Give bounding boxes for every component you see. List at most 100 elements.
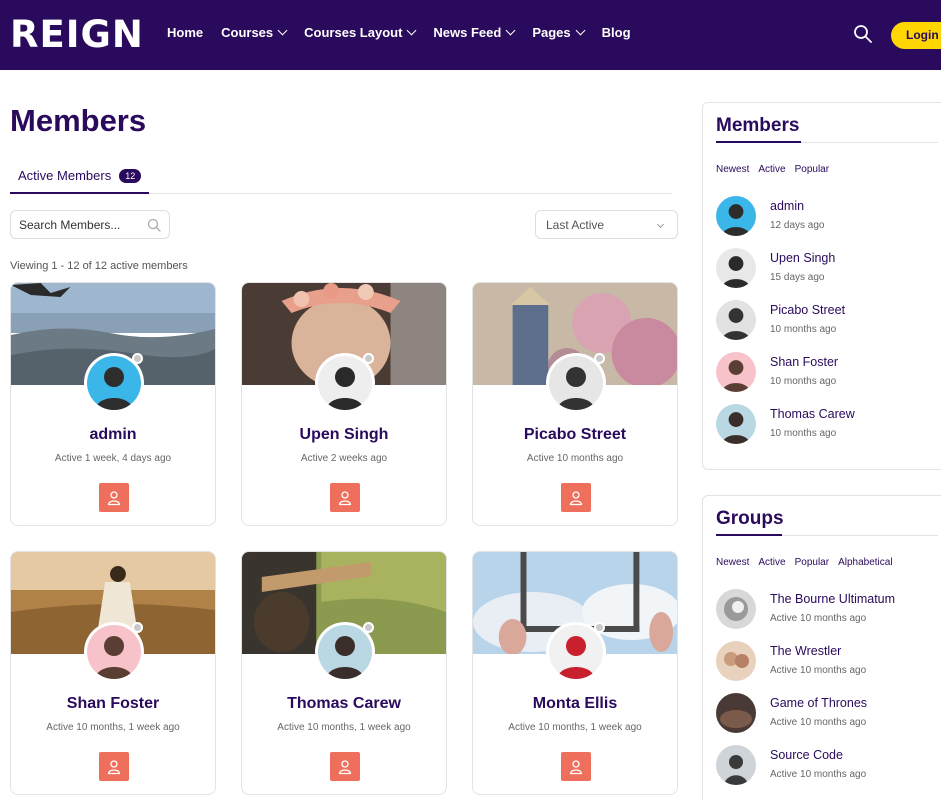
tab-popular[interactable]: Popular <box>795 557 829 568</box>
member-card: Thomas Carew Active 10 months, 1 week ag… <box>241 551 447 795</box>
groups-widget: Groups Newest Active Popular Alphabetica… <box>702 495 941 800</box>
avatar[interactable] <box>716 404 756 444</box>
group-avatar[interactable] <box>716 589 756 629</box>
user-icon <box>106 490 122 506</box>
nav-courses[interactable]: Courses <box>221 25 288 40</box>
status-dot <box>132 622 143 633</box>
member-card: Shan Foster Active 10 months, 1 week ago <box>10 551 216 795</box>
group-name[interactable]: Game of Thrones <box>770 696 867 710</box>
nav-home-label: Home <box>167 25 204 40</box>
nav-news-feed[interactable]: News Feed <box>433 25 516 40</box>
group-time: Active 10 months ago <box>770 717 867 728</box>
results-count: Viewing 1 - 12 of 12 active members <box>10 260 188 272</box>
chevron-down-icon <box>575 25 586 36</box>
user-icon <box>337 759 353 775</box>
member-time: 10 months ago <box>770 324 837 335</box>
nav-home[interactable]: Home <box>167 25 203 40</box>
groups-widget-tabs: Newest Active Popular Alphabetical <box>716 557 902 568</box>
avatar[interactable] <box>716 352 756 392</box>
tab-alphabetical[interactable]: Alphabetical <box>838 557 892 568</box>
member-name[interactable]: Picabo Street <box>473 426 677 444</box>
members-widget-tabs: Newest Active Popular <box>716 164 838 175</box>
group-name[interactable]: The Bourne Ultimatum <box>770 592 895 606</box>
member-last-active: Active 10 months, 1 week ago <box>46 722 180 733</box>
member-time: 10 months ago <box>770 376 837 387</box>
member-card: Monta Ellis Active 10 months, 1 week ago <box>472 551 678 795</box>
nav-courses-layout-label: Courses Layout <box>304 25 403 40</box>
member-name[interactable]: Shan Foster <box>770 355 838 369</box>
avatar[interactable] <box>716 300 756 340</box>
member-last-active: Active 10 months ago <box>526 453 624 464</box>
member-time: 10 months ago <box>770 428 837 439</box>
nav-pages-label: Pages <box>532 25 571 40</box>
member-tabs: Active Members 12 <box>10 158 672 194</box>
chevron-down-icon <box>505 25 516 36</box>
avatar[interactable] <box>716 248 756 288</box>
tab-newest[interactable]: Newest <box>716 164 749 175</box>
member-name[interactable]: Upen Singh <box>242 426 446 444</box>
nav-blog[interactable]: Blog <box>602 25 631 40</box>
tab-active-members[interactable]: Active Members 12 <box>10 158 150 194</box>
tab-label: Active Members <box>18 168 112 183</box>
user-icon <box>106 759 122 775</box>
nav-news-feed-label: News Feed <box>433 25 502 40</box>
search-input[interactable] <box>11 211 136 238</box>
view-profile-button[interactable] <box>330 483 360 512</box>
user-icon <box>568 759 584 775</box>
member-last-active: Active 2 weeks ago <box>300 453 388 464</box>
nav-courses-label: Courses <box>221 25 274 40</box>
group-name[interactable]: The Wrestler <box>770 644 841 658</box>
member-card: Upen Singh Active 2 weeks ago <box>241 282 447 526</box>
view-profile-button[interactable] <box>99 483 129 512</box>
group-time: Active 10 months ago <box>770 665 867 676</box>
login-button[interactable]: Login <box>891 22 941 49</box>
member-name[interactable]: admin <box>770 199 804 213</box>
member-search <box>10 210 170 239</box>
nav-courses-layout[interactable]: Courses Layout <box>304 25 417 40</box>
status-dot <box>594 622 605 633</box>
member-name[interactable]: admin <box>11 426 215 444</box>
status-dot <box>363 353 374 364</box>
group-time: Active 10 months ago <box>770 769 867 780</box>
member-name[interactable]: Thomas Carew <box>770 407 855 421</box>
avatar[interactable] <box>716 196 756 236</box>
member-name[interactable]: Shan Foster <box>11 695 215 713</box>
member-last-active: Active 1 week, 4 days ago <box>54 453 172 464</box>
chevron-down-icon <box>406 25 417 36</box>
member-last-active: Active 10 months, 1 week ago <box>277 722 411 733</box>
members-widget: Members Newest Active Popular admin 12 d… <box>702 102 941 470</box>
main-nav: Home Courses Courses Layout News Feed Pa… <box>167 25 649 40</box>
group-time: Active 10 months ago <box>770 613 867 624</box>
tab-popular[interactable]: Popular <box>795 164 829 175</box>
member-name[interactable]: Upen Singh <box>770 251 835 265</box>
group-avatar[interactable] <box>716 641 756 681</box>
member-name[interactable]: Picabo Street <box>770 303 845 317</box>
nav-pages[interactable]: Pages <box>532 25 586 40</box>
status-dot <box>132 353 143 364</box>
status-dot <box>363 622 374 633</box>
count-badge: 12 <box>119 169 142 183</box>
search-icon[interactable] <box>147 218 161 232</box>
search-icon[interactable] <box>853 24 873 44</box>
page-title: Members <box>10 103 147 138</box>
tab-active[interactable]: Active <box>758 557 785 568</box>
view-profile-button[interactable] <box>330 752 360 781</box>
view-profile-button[interactable] <box>561 483 591 512</box>
sort-dropdown[interactable]: Last Active <box>535 210 678 239</box>
group-name[interactable]: Source Code <box>770 748 843 762</box>
site-header: REIGN Home Courses Courses Layout News F… <box>0 0 941 70</box>
view-profile-button[interactable] <box>561 752 591 781</box>
group-avatar[interactable] <box>716 745 756 785</box>
group-avatar[interactable] <box>716 693 756 733</box>
view-profile-button[interactable] <box>99 752 129 781</box>
member-card: admin Active 1 week, 4 days ago <box>10 282 216 526</box>
member-last-active: Active 10 months, 1 week ago <box>508 722 642 733</box>
tab-active[interactable]: Active <box>758 164 785 175</box>
user-icon <box>337 490 353 506</box>
site-logo[interactable]: REIGN <box>10 16 144 54</box>
member-name[interactable]: Monta Ellis <box>473 695 677 713</box>
member-name[interactable]: Thomas Carew <box>242 695 446 713</box>
title-underline <box>716 534 782 536</box>
tab-newest[interactable]: Newest <box>716 557 749 568</box>
widget-title: Groups <box>716 508 784 529</box>
